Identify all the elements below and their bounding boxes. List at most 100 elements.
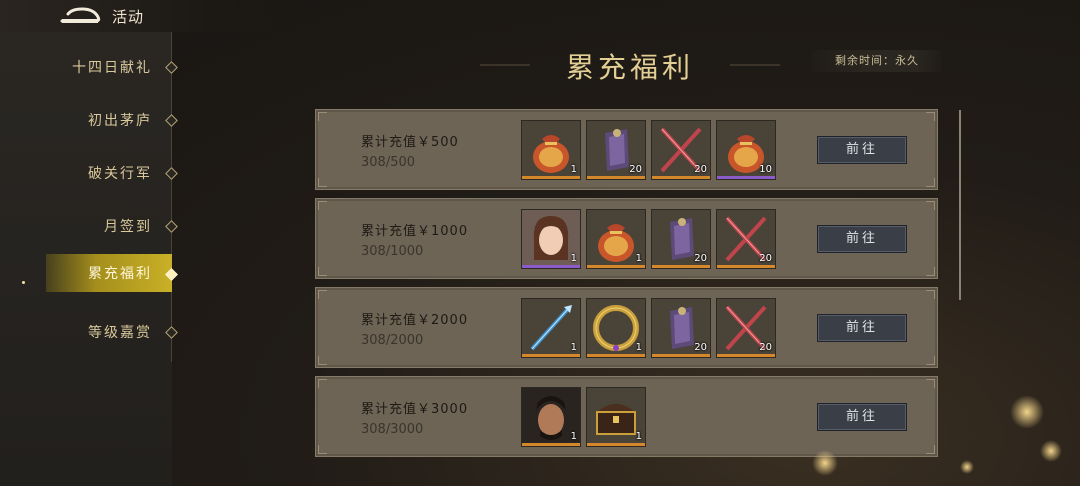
corner-ornament	[926, 267, 935, 276]
diamond-marker-icon	[165, 220, 178, 233]
sidebar-item-beginner[interactable]: 初出茅庐	[0, 100, 178, 140]
recharge-condition: 累计充值￥500	[361, 135, 459, 150]
reward-slot[interactable]: 1	[586, 387, 646, 447]
page-title: 累充福利	[565, 51, 694, 84]
item-count: 1	[570, 431, 577, 442]
reward-slot[interactable]: 20	[651, 120, 711, 180]
bokeh-light	[1010, 395, 1044, 429]
sidebar-item-label: 月签到	[104, 219, 152, 235]
corner-ornament	[926, 201, 935, 210]
back-icon[interactable]	[58, 6, 102, 26]
rarity-bar	[717, 176, 775, 179]
corner-ornament	[318, 445, 327, 454]
reward-slot[interactable]: 1	[521, 209, 581, 269]
recharge-condition: 累计充值￥3000	[361, 402, 469, 417]
item-count: 20	[629, 164, 642, 175]
item-count: 20	[694, 164, 707, 175]
corner-ornament	[926, 290, 935, 299]
sidebar-item-monthly-signin[interactable]: 月签到	[0, 206, 178, 246]
item-count: 1	[635, 431, 642, 442]
corner-ornament	[318, 379, 327, 388]
recharge-condition: 累计充值￥1000	[361, 224, 469, 239]
diamond-marker-icon	[165, 268, 178, 281]
go-button[interactable]: 前往	[817, 314, 907, 342]
sidebar-item-label: 十四日献礼	[72, 60, 152, 76]
rarity-bar	[717, 354, 775, 357]
sidebar-item-label: 累充福利	[88, 266, 152, 282]
top-bar: 活动	[0, 0, 300, 32]
bokeh-light	[1040, 440, 1062, 462]
sparkle-icon	[22, 281, 25, 284]
item-count: 1	[570, 253, 577, 264]
reward-slot[interactable]: 20	[586, 120, 646, 180]
item-count: 1	[570, 164, 577, 175]
go-button[interactable]: 前往	[817, 403, 907, 431]
rarity-bar	[522, 354, 580, 357]
sidebar: 十四日献礼 初出茅庐 破关行军 月签到 累充福利 等级嘉赏	[0, 32, 178, 486]
reward-slot[interactable]: 1	[521, 387, 581, 447]
reward-slot[interactable]: 1	[521, 120, 581, 180]
reward-slot[interactable]: 1	[586, 298, 646, 358]
recharge-progress: 308/500	[361, 155, 416, 170]
corner-ornament	[318, 112, 327, 121]
corner-ornament	[318, 201, 327, 210]
corner-ornament	[318, 267, 327, 276]
reward-slot[interactable]: 20	[651, 298, 711, 358]
reward-slot[interactable]: 10	[716, 120, 776, 180]
reward-slot[interactable]: 1	[521, 298, 581, 358]
scrollbar[interactable]	[959, 110, 961, 300]
recharge-progress: 308/2000	[361, 333, 424, 348]
remaining-time: 剩余时间：永久	[812, 50, 942, 72]
recharge-progress: 308/3000	[361, 422, 424, 437]
rarity-bar	[652, 354, 710, 357]
corner-ornament	[926, 178, 935, 187]
bokeh-light	[960, 460, 974, 474]
reward-row: 累计充值￥3000 308/3000 1 1 前往	[315, 376, 938, 457]
sidebar-item-label: 初出茅庐	[88, 113, 152, 129]
reward-row: 累计充值￥1000 308/1000 1 1 20 20 前往	[315, 198, 938, 279]
rarity-bar	[522, 265, 580, 268]
rarity-bar	[587, 354, 645, 357]
bokeh-light	[812, 450, 838, 476]
reward-list[interactable]: 累计充值￥500 308/500 1 20 20 10 前往 累计充值￥1000…	[315, 109, 938, 459]
corner-ornament	[926, 112, 935, 121]
corner-ornament	[318, 356, 327, 365]
reward-row: 累计充值￥2000 308/2000 1 1 20 20 前往	[315, 287, 938, 368]
item-count: 20	[694, 253, 707, 264]
go-button[interactable]: 前往	[817, 136, 907, 164]
item-count: 1	[635, 342, 642, 353]
sidebar-item-label: 破关行军	[88, 166, 152, 182]
diamond-marker-icon	[165, 61, 178, 74]
recharge-progress: 308/1000	[361, 244, 424, 259]
reward-row: 累计充值￥500 308/500 1 20 20 10 前往	[315, 109, 938, 190]
recharge-condition: 累计充值￥2000	[361, 313, 469, 328]
sidebar-item-label: 等级嘉赏	[88, 325, 152, 341]
diamond-marker-icon	[165, 114, 178, 127]
item-count: 20	[759, 342, 772, 353]
sidebar-item-level-reward[interactable]: 等级嘉赏	[0, 312, 178, 352]
rarity-bar	[652, 265, 710, 268]
reward-slot[interactable]: 1	[586, 209, 646, 269]
reward-slot[interactable]: 20	[716, 298, 776, 358]
rarity-bar	[522, 443, 580, 446]
item-count: 10	[759, 164, 772, 175]
corner-ornament	[318, 290, 327, 299]
rarity-bar	[587, 443, 645, 446]
rarity-bar	[717, 265, 775, 268]
rarity-bar	[522, 176, 580, 179]
diamond-marker-icon	[165, 167, 178, 180]
rarity-bar	[652, 176, 710, 179]
rarity-bar	[587, 265, 645, 268]
reward-slot[interactable]: 20	[716, 209, 776, 269]
go-button[interactable]: 前往	[817, 225, 907, 253]
rarity-bar	[587, 176, 645, 179]
reward-slot[interactable]: 20	[651, 209, 711, 269]
diamond-marker-icon	[165, 326, 178, 339]
sidebar-item-break-march[interactable]: 破关行军	[0, 153, 178, 193]
item-count: 20	[694, 342, 707, 353]
corner-ornament	[926, 445, 935, 454]
corner-ornament	[926, 379, 935, 388]
sidebar-item-cumulative-recharge[interactable]: 累充福利	[46, 254, 178, 292]
sidebar-item-fourteen-day-gift[interactable]: 十四日献礼	[0, 47, 178, 87]
item-count: 20	[759, 253, 772, 264]
